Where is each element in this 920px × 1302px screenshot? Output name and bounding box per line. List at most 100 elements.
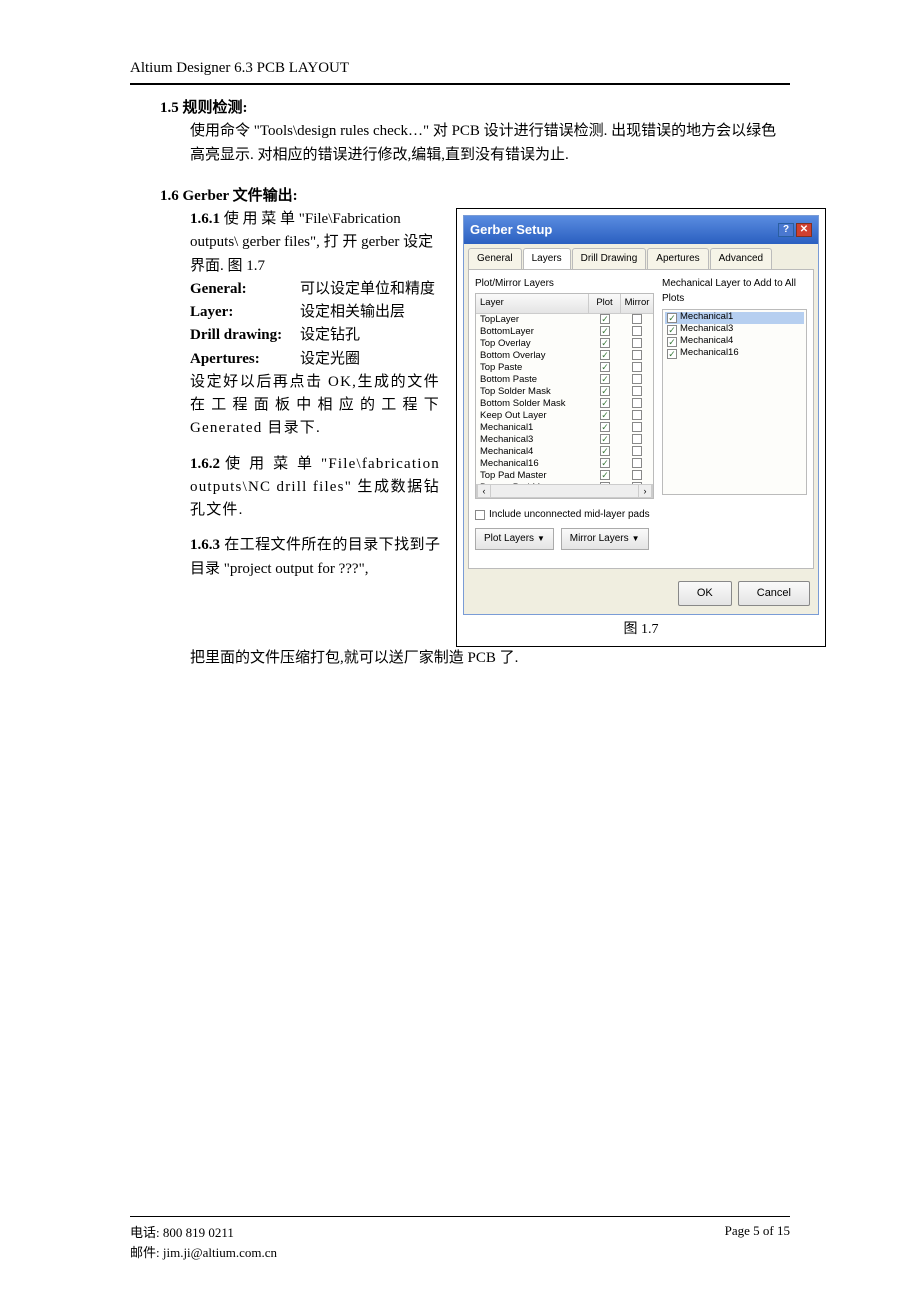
mirror-checkbox[interactable] bbox=[632, 362, 642, 372]
table-row[interactable]: TopLayer bbox=[476, 314, 653, 326]
apertures-text: 设定光圈 bbox=[300, 348, 440, 371]
mirror-checkbox[interactable] bbox=[632, 410, 642, 420]
footer-page: Page 5 of 15 bbox=[725, 1223, 790, 1262]
scroll-right-icon[interactable]: › bbox=[638, 485, 652, 497]
mirror-checkbox[interactable] bbox=[632, 398, 642, 408]
section-1-6-2-num: 1.6.2 bbox=[190, 456, 220, 472]
table-row[interactable]: Keep Out Layer bbox=[476, 410, 653, 422]
page-header: Altium Designer 6.3 PCB LAYOUT bbox=[130, 60, 790, 85]
table-row[interactable]: Top Pad Master bbox=[476, 470, 653, 482]
table-row[interactable]: Mechanical1 bbox=[476, 422, 653, 434]
tab-apertures[interactable]: Apertures bbox=[647, 248, 708, 269]
plot-checkbox[interactable] bbox=[600, 314, 610, 324]
mirror-checkbox[interactable] bbox=[632, 482, 642, 484]
mirror-layers-button[interactable]: Mirror Layers▼ bbox=[561, 528, 649, 550]
section-1-6-title: 1.6 Gerber 文件输出: bbox=[160, 185, 790, 208]
list-item[interactable]: Mechanical16 bbox=[665, 348, 804, 360]
checkbox-icon[interactable] bbox=[475, 510, 485, 520]
h-scrollbar[interactable]: ‹ › bbox=[476, 484, 653, 498]
plot-checkbox[interactable] bbox=[600, 350, 610, 360]
gerber-setup-dialog: Gerber Setup ? ✕ General Layers Drill Dr… bbox=[463, 215, 819, 615]
mirror-checkbox[interactable] bbox=[632, 350, 642, 360]
layer-name: Bottom Paste bbox=[476, 374, 589, 386]
layer-name: Bottom Solder Mask bbox=[476, 398, 589, 410]
mech-checkbox[interactable] bbox=[667, 313, 677, 323]
plot-checkbox[interactable] bbox=[600, 338, 610, 348]
table-row[interactable]: Mechanical16 bbox=[476, 458, 653, 470]
plot-checkbox[interactable] bbox=[600, 386, 610, 396]
col-mirror[interactable]: Mirror bbox=[621, 294, 653, 313]
mech-checkbox[interactable] bbox=[667, 349, 677, 359]
footer-phone: 电话: 800 819 0211 bbox=[130, 1223, 277, 1243]
col-plot[interactable]: Plot bbox=[589, 294, 621, 313]
table-row[interactable]: Top Paste bbox=[476, 362, 653, 374]
layer-name: Top Pad Master bbox=[476, 470, 589, 482]
table-row[interactable]: Bottom Overlay bbox=[476, 350, 653, 362]
layer-name: Mechanical4 bbox=[476, 446, 589, 458]
mirror-checkbox[interactable] bbox=[632, 386, 642, 396]
table-row[interactable]: Bottom Solder Mask bbox=[476, 398, 653, 410]
mech-checkbox[interactable] bbox=[667, 325, 677, 335]
footer-email: 邮件: jim.ji@altium.com.cn bbox=[130, 1243, 277, 1263]
plot-checkbox[interactable] bbox=[600, 482, 610, 484]
section-1-6-3-text-a: 在工程文件所在的目录下找到子目录 "project output for ???… bbox=[190, 537, 440, 576]
plot-checkbox[interactable] bbox=[600, 398, 610, 408]
layer-name: Mechanical3 bbox=[476, 434, 589, 446]
col-layer[interactable]: Layer bbox=[476, 294, 589, 313]
plot-checkbox[interactable] bbox=[600, 434, 610, 444]
mech-layer-list[interactable]: Mechanical1Mechanical3Mechanical4Mechani… bbox=[662, 309, 807, 495]
plot-checkbox[interactable] bbox=[600, 422, 610, 432]
table-row[interactable]: Mechanical4 bbox=[476, 446, 653, 458]
section-1-6-1-num: 1.6.1 bbox=[190, 211, 220, 227]
plot-checkbox[interactable] bbox=[600, 374, 610, 384]
cancel-button[interactable]: Cancel bbox=[738, 581, 810, 606]
mirror-checkbox[interactable] bbox=[632, 458, 642, 468]
footer-rule bbox=[130, 1216, 790, 1217]
ok-button[interactable]: OK bbox=[678, 581, 732, 606]
plot-checkbox[interactable] bbox=[600, 458, 610, 468]
mirror-checkbox[interactable] bbox=[632, 434, 642, 444]
dialog-title-bar[interactable]: Gerber Setup ? ✕ bbox=[464, 216, 818, 244]
dialog-tabs: General Layers Drill Drawing Apertures A… bbox=[464, 244, 818, 269]
include-unconnected-label: Include unconnected mid-layer pads bbox=[489, 507, 650, 523]
layer-name: Keep Out Layer bbox=[476, 410, 589, 422]
layer-name: Mechanical16 bbox=[476, 458, 589, 470]
mirror-checkbox[interactable] bbox=[632, 326, 642, 336]
mirror-checkbox[interactable] bbox=[632, 314, 642, 324]
figure-1-7: Gerber Setup ? ✕ General Layers Drill Dr… bbox=[456, 208, 826, 647]
table-row[interactable]: Top Solder Mask bbox=[476, 386, 653, 398]
mirror-checkbox[interactable] bbox=[632, 470, 642, 480]
plot-checkbox[interactable] bbox=[600, 410, 610, 420]
section-1-6-1-after: 设定好以后再点击 OK,生成的文件在 工 程 面 板 中 相 应 的 工 程 下… bbox=[190, 371, 440, 441]
plot-checkbox[interactable] bbox=[600, 362, 610, 372]
layer-table[interactable]: Layer Plot Mirror TopLayerBottomLayerTop… bbox=[475, 293, 654, 499]
plot-layers-button[interactable]: Plot Layers▼ bbox=[475, 528, 554, 550]
tab-advanced[interactable]: Advanced bbox=[710, 248, 772, 269]
table-row[interactable]: Mechanical3 bbox=[476, 434, 653, 446]
mirror-checkbox[interactable] bbox=[632, 374, 642, 384]
tab-general[interactable]: General bbox=[468, 248, 522, 269]
figure-caption: 图 1.7 bbox=[463, 619, 819, 641]
table-row[interactable]: BottomLayer bbox=[476, 326, 653, 338]
table-row[interactable]: Top Overlay bbox=[476, 338, 653, 350]
tab-drill-drawing[interactable]: Drill Drawing bbox=[572, 248, 647, 269]
plot-checkbox[interactable] bbox=[600, 326, 610, 336]
mirror-checkbox[interactable] bbox=[632, 422, 642, 432]
plot-checkbox[interactable] bbox=[600, 446, 610, 456]
dialog-title: Gerber Setup bbox=[470, 220, 552, 240]
mirror-checkbox[interactable] bbox=[632, 338, 642, 348]
table-row[interactable]: Bottom Paste bbox=[476, 374, 653, 386]
table-row[interactable]: Bottom Pad Master bbox=[476, 482, 653, 484]
layer-name: Bottom Pad Master bbox=[476, 482, 589, 484]
section-1-5-title: 1.5 规则检测: bbox=[160, 97, 790, 120]
close-icon[interactable]: ✕ bbox=[796, 223, 812, 237]
layer-name: TopLayer bbox=[476, 314, 589, 326]
section-1-5-body: 使用命令 "Tools\design rules check…" 对 PCB 设… bbox=[160, 120, 790, 167]
help-icon[interactable]: ? bbox=[778, 223, 794, 237]
scroll-left-icon[interactable]: ‹ bbox=[477, 485, 491, 497]
mech-checkbox[interactable] bbox=[667, 337, 677, 347]
mirror-checkbox[interactable] bbox=[632, 446, 642, 456]
plot-checkbox[interactable] bbox=[600, 470, 610, 480]
include-unconnected-checkbox[interactable]: Include unconnected mid-layer pads bbox=[475, 507, 654, 523]
tab-layers[interactable]: Layers bbox=[523, 248, 571, 269]
